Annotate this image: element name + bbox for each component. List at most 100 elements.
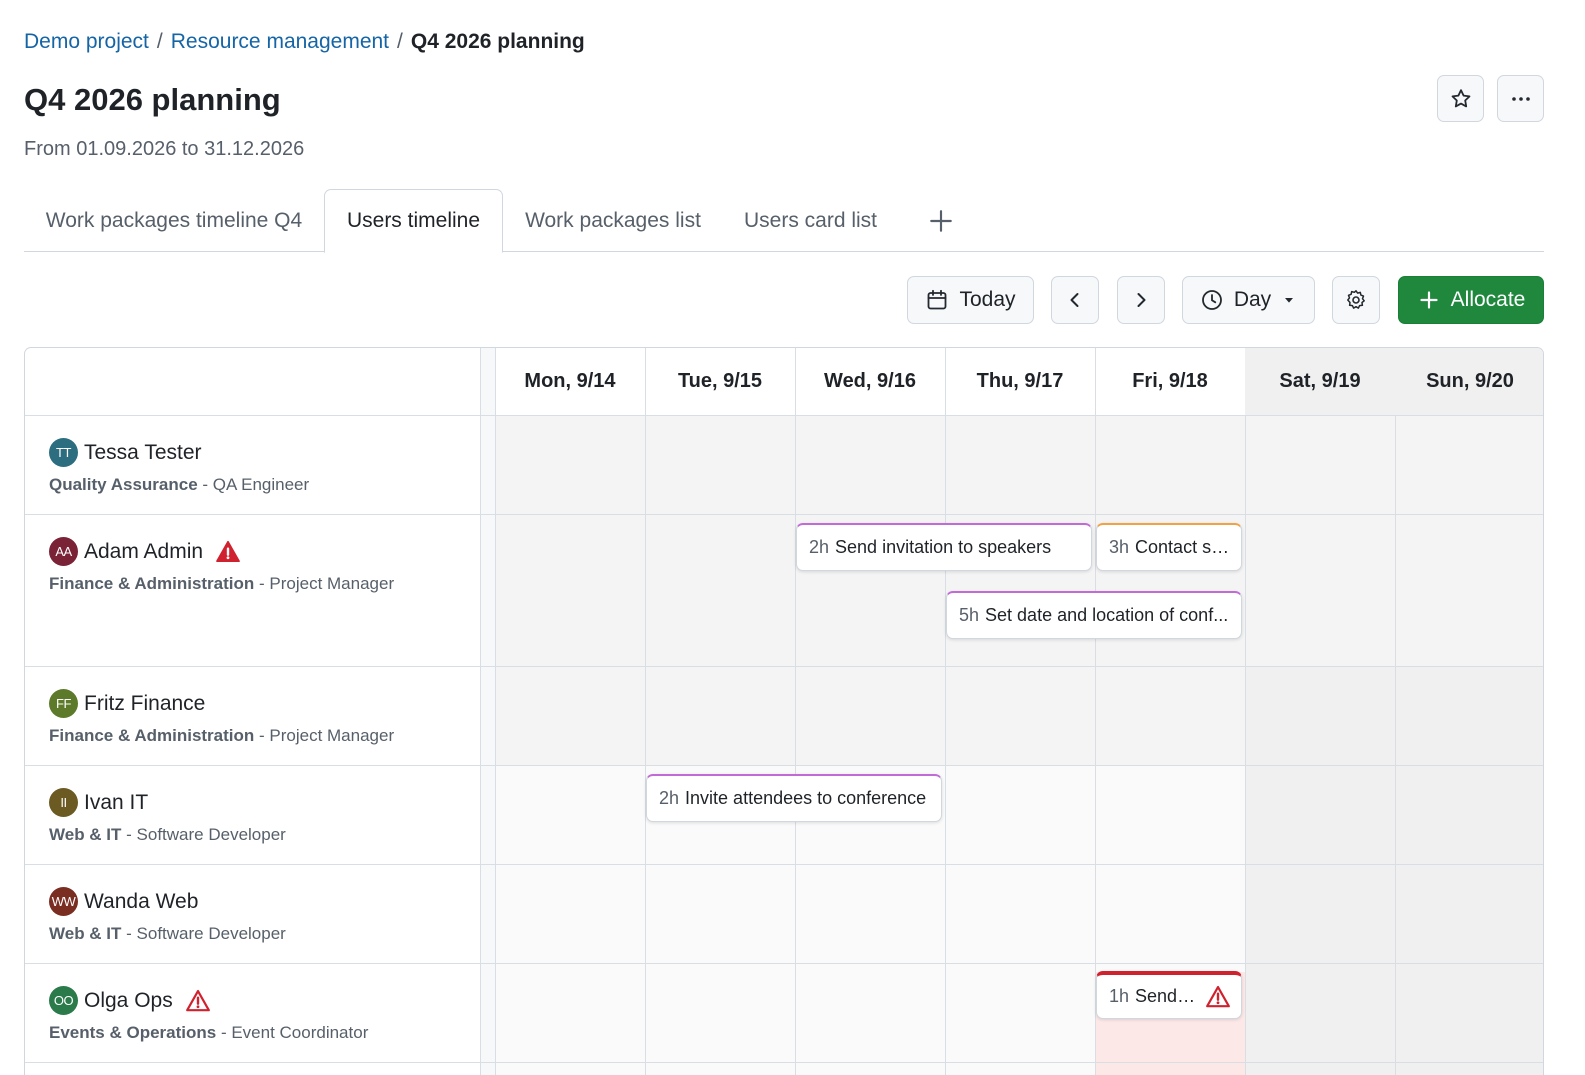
grid-divider (25, 415, 1543, 416)
role-separator: - (216, 1023, 232, 1042)
user-role: Project Manager (269, 574, 395, 593)
allocation-hours: 5h (959, 605, 980, 625)
allocation-title: Set date and location of conf... (985, 605, 1229, 625)
zoom-level-value: Day (1233, 288, 1272, 311)
today-button[interactable]: Today (907, 276, 1034, 324)
user-name[interactable]: Fritz Finance (84, 692, 205, 716)
avatar: AA (49, 537, 78, 566)
page-date-range: From 01.09.2026 to 31.12.2026 (24, 138, 305, 160)
triangle-down-icon (1285, 298, 1294, 303)
allocation-hours: 1h (1109, 986, 1130, 1006)
user-role: Event Coordinator (231, 1023, 369, 1042)
allocation-hours: 3h (1109, 537, 1130, 557)
role-separator: - (254, 726, 270, 745)
resize-gutter[interactable] (480, 348, 495, 1075)
user-row-adam-admin[interactable]: AA Adam Admin Finance & Administration -… (49, 537, 394, 594)
user-group: Web & IT (49, 924, 122, 943)
user-row-ivan-it[interactable]: II Ivan IT Web & IT - Software Developer (49, 788, 286, 845)
avatar: FF (49, 689, 78, 718)
chevron-right-icon (1137, 293, 1146, 307)
role-separator: - (121, 825, 137, 844)
user-group-role: Web & IT - Software Developer (49, 924, 286, 944)
today-button-label: Today (959, 288, 1016, 311)
grid-divider (25, 1062, 1543, 1063)
allocation-card[interactable]: 5h Set date and location of conf... (946, 591, 1242, 639)
tab-users-card-list[interactable]: Users card list (723, 189, 898, 252)
allocation-card[interactable]: 2h Invite attendees to conference (646, 774, 942, 822)
day-header: Wed, 9/16 (824, 370, 916, 392)
user-row-wanda-web[interactable]: WW Wanda Web Web & IT - Software Develop… (49, 887, 286, 944)
user-group-role: Web & IT - Software Developer (49, 825, 286, 845)
day-header-weekend: Sat, 9/19 (1245, 348, 1395, 415)
allocation-title: Send i... (1135, 986, 1199, 1006)
role-separator: - (197, 475, 213, 494)
grid-divider (25, 514, 1543, 515)
view-tabs: Work packages timeline Q4 Users timeline… (24, 189, 1544, 253)
allocation-hours: 2h (659, 788, 680, 808)
user-name[interactable]: Wanda Web (84, 890, 198, 914)
tab-users-timeline[interactable]: Users timeline (324, 189, 503, 253)
day-header-weekend: Sun, 9/20 (1395, 348, 1543, 415)
avatar: WW (49, 887, 78, 916)
tab-work-packages-timeline[interactable]: Work packages timeline Q4 (24, 189, 324, 252)
allocation-title: Contact sp... (1135, 537, 1231, 557)
allocate-button-label: Allocate (1450, 288, 1526, 311)
page-title: Q4 2026 planning (24, 82, 281, 117)
user-group: Web & IT (49, 825, 122, 844)
allocation-card[interactable]: 2h Send invitation to speakers (796, 523, 1092, 571)
more-actions-button[interactable] (1497, 75, 1544, 122)
alert-icon (1206, 985, 1230, 1007)
user-row-tessa-tester[interactable]: TT Tessa Tester Quality Assurance - QA E… (49, 438, 309, 495)
user-role: Software Developer (136, 825, 286, 844)
role-separator: - (254, 574, 270, 593)
grid-divider (25, 666, 1543, 667)
user-group-role: Finance & Administration - Project Manag… (49, 574, 394, 594)
allocation-title: Invite attendees to conference (685, 788, 927, 808)
allocate-button[interactable]: Allocate (1398, 276, 1544, 324)
user-role: Project Manager (269, 726, 395, 745)
kebab-horizontal-icon (1511, 96, 1530, 101)
gear-icon (1347, 290, 1365, 309)
user-group: Finance & Administration (49, 726, 255, 745)
grid-divider (25, 864, 1543, 865)
plus-icon (930, 209, 952, 232)
user-role: QA Engineer (212, 475, 310, 494)
grid-divider (480, 348, 481, 1075)
user-name[interactable]: Ivan IT (84, 791, 148, 815)
grid-divider (645, 348, 646, 1075)
allocation-hours: 2h (809, 537, 830, 557)
avatar: TT (49, 438, 78, 467)
tab-work-packages-list[interactable]: Work packages list (503, 189, 723, 252)
breadcrumb-link-resource-management[interactable]: Resource management (171, 30, 389, 54)
day-header: Fri, 9/18 (1132, 370, 1208, 392)
grid-divider (1395, 348, 1396, 1075)
favorite-button[interactable] (1437, 75, 1484, 122)
next-period-button[interactable] (1117, 276, 1165, 324)
user-role: Software Developer (136, 924, 286, 943)
grid-divider (25, 963, 1543, 964)
user-group: Quality Assurance (49, 475, 198, 494)
star-icon (1451, 88, 1470, 107)
zoom-level-select[interactable]: Day (1182, 276, 1315, 324)
role-separator: - (121, 924, 137, 943)
avatar: OO (49, 986, 78, 1015)
users-timeline-grid: Mon, 9/14 Tue, 9/15 Wed, 9/16 Thu, 9/17 … (24, 347, 1544, 1075)
user-row-fritz-finance[interactable]: FF Fritz Finance Finance & Administratio… (49, 689, 394, 746)
user-row-olga-ops[interactable]: OO Olga Ops Events & Operations - Event … (49, 986, 368, 1043)
alert-fill-icon (216, 540, 240, 562)
user-name[interactable]: Adam Admin (84, 540, 203, 564)
user-group: Finance & Administration (49, 574, 255, 593)
timeline-settings-button[interactable] (1332, 276, 1380, 324)
chevron-left-icon (1070, 293, 1079, 307)
user-name[interactable]: Olga Ops (84, 989, 173, 1013)
allocation-card[interactable]: 3h Contact sp... (1096, 523, 1242, 571)
breadcrumb-link-demo-project[interactable]: Demo project (24, 30, 149, 54)
add-tab-button[interactable] (921, 189, 961, 252)
allocation-card-overallocated[interactable]: 1h Send i... (1096, 971, 1242, 1019)
previous-period-button[interactable] (1051, 276, 1099, 324)
user-name[interactable]: Tessa Tester (84, 441, 202, 465)
day-header: Mon, 9/14 (524, 370, 616, 392)
grid-divider (495, 348, 496, 1075)
breadcrumb-separator: / (397, 30, 403, 53)
grid-divider (25, 765, 1543, 766)
